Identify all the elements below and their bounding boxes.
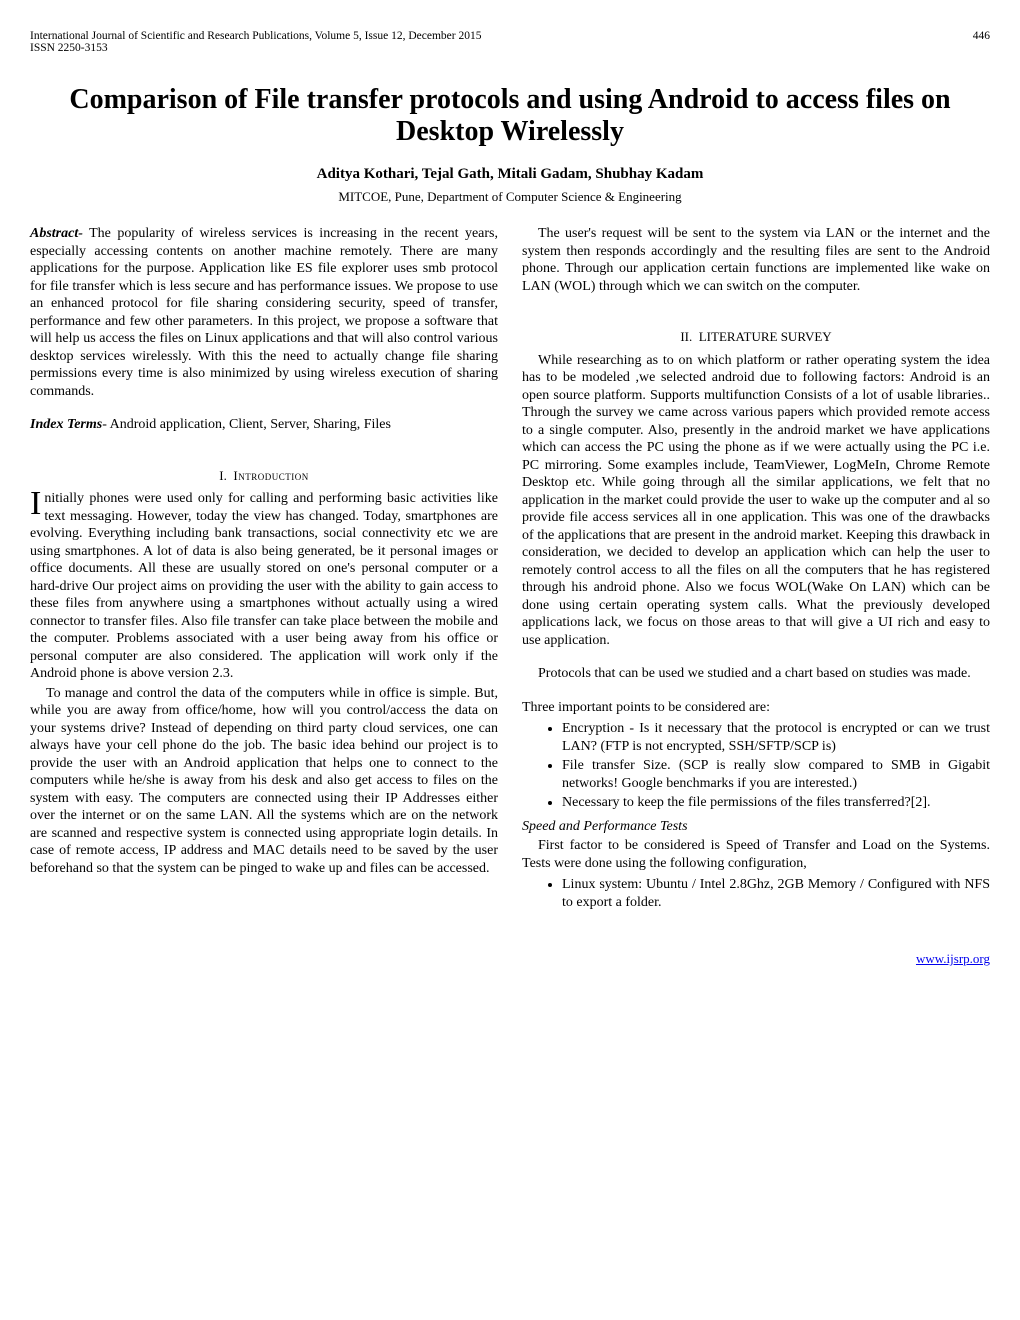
- speed-subheading: Speed and Performance Tests: [522, 818, 990, 836]
- section-title: LITERATURE SURVEY: [699, 329, 832, 344]
- body-columns: Abstract- The popularity of wireless ser…: [30, 225, 990, 911]
- journal-citation: International Journal of Scientific and …: [30, 30, 481, 42]
- authors-line: Aditya Kothari, Tejal Gath, Mitali Gadam…: [30, 166, 990, 183]
- running-header: International Journal of Scientific and …: [30, 30, 990, 54]
- list-item: File transfer Size. (SCP is really slow …: [562, 757, 990, 792]
- issn-line: ISSN 2250-3153: [30, 42, 108, 54]
- lit-para-1: While researching as to on which platfor…: [522, 352, 990, 650]
- page-number: 446: [973, 30, 990, 42]
- abstract-label: Abstract-: [30, 226, 83, 241]
- index-terms-text: - Android application, Client, Server, S…: [102, 417, 391, 432]
- intro-para-3: The user's request will be sent to the s…: [522, 225, 990, 295]
- abstract-text: The popularity of wireless services is i…: [30, 226, 498, 399]
- intro-para-1: Initially phones were used only for call…: [30, 490, 498, 683]
- footer-link[interactable]: www.ijsrp.org: [916, 951, 990, 966]
- section-title: Introduction: [233, 468, 308, 483]
- considerations-list: Encryption - Is it necessary that the pr…: [522, 720, 990, 812]
- list-item: Linux system: Ubuntu / Intel 2.8Ghz, 2GB…: [562, 876, 990, 911]
- speed-para-1: First factor to be considered is Speed o…: [522, 837, 990, 872]
- affiliation-line: MITCOE, Pune, Department of Computer Sci…: [30, 189, 990, 205]
- config-list: Linux system: Ubuntu / Intel 2.8Ghz, 2GB…: [522, 876, 990, 911]
- section-heading-introduction: I. Introduction: [30, 468, 498, 484]
- index-terms-label: Index Terms: [30, 417, 102, 432]
- intro-para-2: To manage and control the data of the co…: [30, 685, 498, 878]
- points-intro: Three important points to be considered …: [522, 699, 990, 717]
- paper-title: Comparison of File transfer protocols an…: [30, 84, 990, 148]
- list-item: Encryption - Is it necessary that the pr…: [562, 720, 990, 755]
- page-footer: www.ijsrp.org: [30, 951, 990, 967]
- section-number: II.: [680, 329, 692, 344]
- section-heading-literature: II. LITERATURE SURVEY: [522, 329, 990, 345]
- list-item: Necessary to keep the file permissions o…: [562, 794, 990, 812]
- lit-para-2: Protocols that can be used we studied an…: [522, 665, 990, 683]
- abstract-paragraph: Abstract- The popularity of wireless ser…: [30, 225, 498, 400]
- section-number: I.: [219, 468, 227, 483]
- index-terms-paragraph: Index Terms- Android application, Client…: [30, 416, 498, 434]
